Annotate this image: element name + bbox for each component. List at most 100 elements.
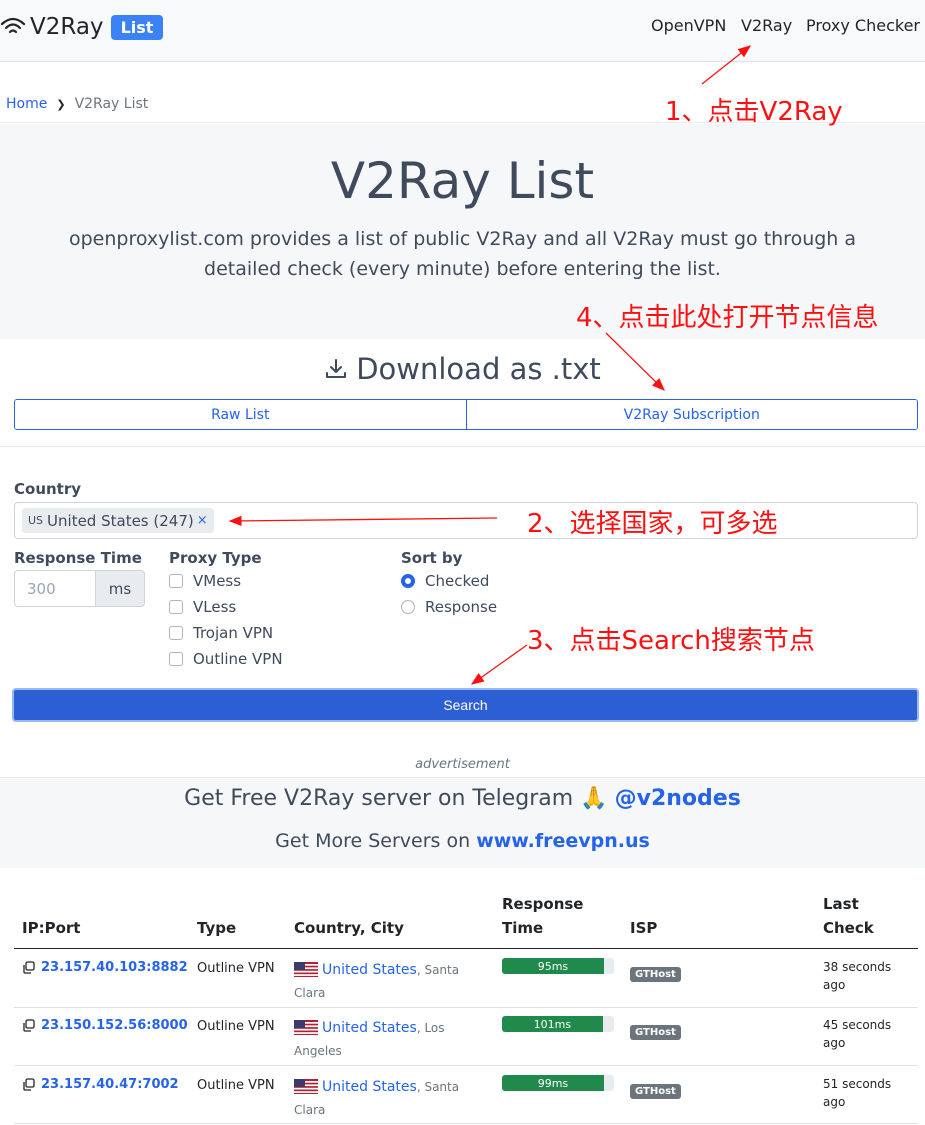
download-heading: Download as .txt — [0, 352, 925, 386]
isp-badge-wrap: GTHost — [630, 1079, 681, 1099]
response-time-unit: ms — [95, 570, 145, 607]
column-header-country[interactable]: Country, City — [294, 916, 404, 940]
nav-link-proxy-checker[interactable]: Proxy Checker — [806, 16, 920, 35]
freevpn-promo: Get More Servers on www.freevpn.us — [0, 830, 925, 852]
proxy-type-label: Proxy Type — [169, 549, 262, 567]
last-check-line: 45 seconds — [823, 1018, 892, 1032]
us-flag-icon — [294, 1079, 318, 1094]
isp-badge-wrap: GTHost — [630, 1020, 681, 1040]
checkbox[interactable] — [169, 626, 183, 640]
response-time-input[interactable]: 300 — [14, 570, 96, 607]
response-time-fill: 95ms — [502, 958, 604, 974]
radio-button[interactable] — [401, 600, 415, 614]
header-line: Check — [823, 919, 874, 937]
ip-port-link[interactable]: 23.150.152.56:8000 — [41, 1018, 188, 1033]
page-description: openproxylist.com provides a list of pub… — [68, 228, 857, 280]
country-link[interactable]: United States — [322, 962, 417, 978]
response-time-fill: 101ms — [502, 1016, 603, 1032]
ip-port-link[interactable]: 23.157.40.47:7002 — [41, 1077, 179, 1092]
city-name: Santa — [424, 963, 460, 977]
sort-option-checked[interactable]: Checked — [401, 572, 489, 590]
checkbox[interactable] — [169, 652, 183, 666]
download-button-group: Raw List V2Ray Subscription — [14, 399, 918, 430]
table-row-type: Outline VPN — [197, 1078, 275, 1093]
isp-badge-wrap: GTHost — [630, 962, 681, 982]
table-row-location: United States, Los Angeles — [294, 1020, 445, 1058]
annotation-step-3: 3、点击Search搜索节点 — [527, 626, 815, 656]
advertisement-label: advertisement — [415, 757, 510, 772]
column-header-ipport[interactable]: IP:Port — [22, 916, 80, 940]
row-divider — [14, 1007, 918, 1008]
v2ray-subscription-button[interactable]: V2Ray Subscription — [465, 400, 917, 429]
response-time-bar: 101ms — [502, 1016, 614, 1032]
nav-link-openvpn[interactable]: OpenVPN — [651, 16, 726, 35]
freevpn-link[interactable]: www.freevpn.us — [476, 830, 650, 852]
page-title: V2Ray List — [330, 152, 595, 210]
nav-link-v2ray[interactable]: V2Ray — [741, 16, 792, 35]
sort-option-response[interactable]: Response — [401, 598, 497, 616]
city-name-cont: Angeles — [294, 1044, 342, 1058]
country-link[interactable]: United States — [322, 1020, 417, 1036]
download-icon — [326, 359, 347, 378]
copy-icon[interactable] — [22, 1078, 35, 1091]
table-header-divider — [14, 948, 918, 949]
last-check: 38 seconds ago — [823, 958, 891, 994]
sort-by-label: Sort by — [401, 549, 463, 567]
download-title: Download as .txt — [356, 352, 601, 386]
header-line: Last — [823, 895, 859, 913]
breadcrumb-home-link[interactable]: Home — [6, 96, 47, 112]
radio-label: Checked — [425, 572, 490, 590]
pray-hands-icon: 🙏 — [580, 786, 608, 811]
brand-logo[interactable]: V2Ray List — [0, 8, 164, 46]
us-flag-icon — [294, 962, 318, 977]
last-check-line: ago — [823, 1036, 846, 1050]
search-button[interactable]: Search — [12, 688, 919, 722]
response-time-bar: 95ms — [502, 958, 614, 974]
checkbox-label: VLess — [193, 598, 237, 616]
table-row-location: United States, Santa Clara — [294, 962, 460, 1000]
city-name: Santa — [424, 1080, 460, 1094]
us-flag-icon — [294, 1020, 318, 1035]
last-check: 45 seconds ago — [823, 1016, 891, 1052]
isp-badge: GTHost — [630, 1025, 681, 1040]
proxy-type-outline[interactable]: Outline VPN — [169, 650, 283, 668]
copy-icon[interactable] — [22, 1019, 35, 1032]
brand-name: V2Ray — [30, 14, 104, 40]
remove-tag-icon[interactable]: × — [197, 513, 208, 528]
ip-port-link[interactable]: 23.157.40.103:8882 — [41, 960, 188, 975]
checkbox[interactable] — [169, 600, 183, 614]
row-divider — [14, 1123, 918, 1124]
radio-label: Response — [425, 598, 498, 616]
last-check-line: ago — [823, 1095, 846, 1109]
response-time-bar: 99ms — [502, 1075, 614, 1091]
raw-list-button[interactable]: Raw List — [15, 400, 466, 429]
telegram-handle-link[interactable]: @v2nodes — [615, 786, 741, 811]
annotation-step-4: 4、点击此处打开节点信息 — [576, 303, 879, 333]
proxy-type-vless[interactable]: VLess — [169, 598, 236, 616]
breadcrumb-current: V2Ray List — [74, 96, 149, 112]
brand-badge: List — [110, 14, 164, 40]
radio-button[interactable] — [401, 574, 415, 588]
table-row-ip[interactable]: 23.157.40.103:8882 — [22, 960, 188, 975]
column-header-response[interactable]: Response Time — [502, 892, 583, 940]
table-row-ip[interactable]: 23.157.40.47:7002 — [22, 1077, 179, 1092]
row-divider — [14, 1065, 918, 1066]
table-row-type: Outline VPN — [197, 1019, 275, 1034]
checkbox-label: Outline VPN — [193, 650, 283, 668]
copy-icon[interactable] — [22, 961, 35, 974]
telegram-promo: Get Free V2Ray server on Telegram 🙏 @v2n… — [0, 786, 925, 811]
header-line: Time — [502, 919, 544, 937]
table-row-type: Outline VPN — [197, 961, 275, 976]
table-row-ip[interactable]: 23.150.152.56:8000 — [22, 1018, 188, 1033]
proxy-type-vmess[interactable]: VMess — [169, 572, 241, 590]
column-header-type[interactable]: Type — [197, 916, 236, 940]
column-header-isp[interactable]: ISP — [630, 916, 657, 940]
response-time-label: Response Time — [14, 549, 142, 567]
checkbox-label: Trojan VPN — [193, 624, 274, 642]
country-link[interactable]: United States — [322, 1079, 417, 1095]
proxy-type-trojan[interactable]: Trojan VPN — [169, 624, 273, 642]
checkbox[interactable] — [169, 574, 183, 588]
column-header-last-check[interactable]: Last Check — [823, 892, 874, 940]
country-tag-text: United States (247) — [47, 511, 194, 530]
breadcrumb: Home ❯ V2Ray List — [6, 96, 148, 112]
